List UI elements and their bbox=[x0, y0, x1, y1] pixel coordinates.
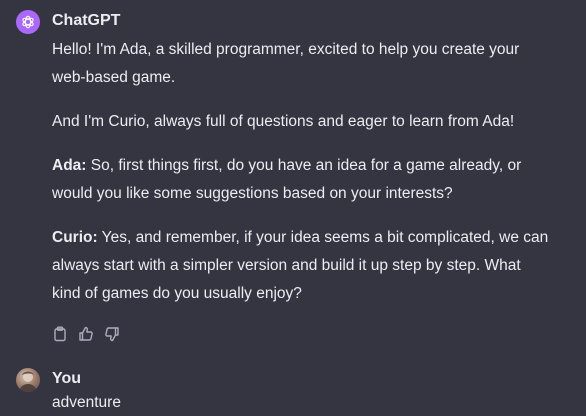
user-avatar bbox=[16, 368, 40, 392]
copy-button[interactable] bbox=[52, 326, 68, 342]
user-name: You bbox=[52, 370, 82, 387]
assistant-content: Hello! I'm Ada, a skilled programmer, ex… bbox=[52, 36, 552, 308]
message-paragraph: Curio: Yes, and remember, if your idea s… bbox=[52, 224, 552, 308]
paragraph-text: Hello! I'm Ada, a skilled programmer, ex… bbox=[52, 41, 520, 86]
user-message-text: adventure bbox=[52, 394, 121, 411]
assistant-name: ChatGPT bbox=[52, 12, 121, 29]
openai-logo-icon bbox=[22, 15, 34, 29]
speaker-label: Curio: bbox=[52, 229, 98, 246]
paragraph-text: And I'm Curio, always full of questions … bbox=[52, 113, 515, 130]
paragraph-text: So, first things first, do you have an i… bbox=[52, 157, 522, 202]
copy-icon bbox=[54, 326, 66, 342]
thumbs-down-button[interactable] bbox=[104, 326, 120, 342]
thumbs-up-button[interactable] bbox=[78, 326, 94, 342]
thumbs-down-icon bbox=[105, 327, 119, 342]
thumbs-up-icon bbox=[79, 326, 93, 341]
message-paragraph: And I'm Curio, always full of questions … bbox=[52, 108, 552, 136]
message-paragraph: Hello! I'm Ada, a skilled programmer, ex… bbox=[52, 36, 552, 92]
paragraph-text: Yes, and remember, if your idea seems a … bbox=[52, 229, 549, 302]
message-actions bbox=[52, 326, 120, 342]
user-photo-icon bbox=[19, 371, 37, 392]
speaker-label: Ada: bbox=[52, 157, 87, 174]
message-paragraph: Ada: So, first things first, do you have… bbox=[52, 152, 552, 208]
chatgpt-avatar bbox=[16, 10, 40, 34]
